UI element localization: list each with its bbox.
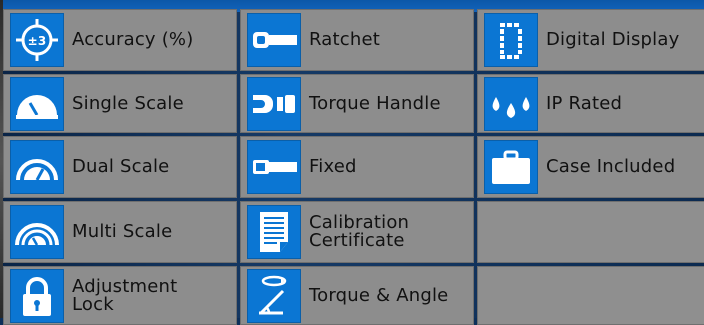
ip-rated-icon [484,76,538,131]
feature-label: Multi Scale [72,221,173,242]
feature-label: Torque Handle [309,92,441,114]
feature-multi-scale: Multi Scale [3,201,237,263]
feature-label: Calibration Certificate [309,212,410,251]
feature-label: Dual Scale [72,156,170,177]
accuracy-icon: ±3 [10,13,64,67]
feature-adjustment-lock: Adjustment Lock [3,266,237,325]
calibration-certificate-icon [247,205,301,259]
fixed-icon [247,140,301,194]
feature-fixed: Fixed [240,136,474,198]
feature-torque-handle: Torque Handle [240,74,474,133]
digital-display-icon [484,13,538,67]
multi-scale-icon [10,205,64,259]
feature-panel: ±3 Accuracy (%) Ratchet Digital Display … [0,0,704,325]
feature-label: Ratchet [309,29,381,50]
feature-grid: ±3 Accuracy (%) Ratchet Digital Display … [3,9,704,325]
feature-calibration-certificate: Calibration Certificate [240,201,474,263]
feature-case-included: Case Included [477,136,704,198]
torque-angle-icon [247,268,301,323]
case-icon [484,140,538,194]
feature-torque-angle: Torque & Angle [240,266,474,325]
feature-label: Torque & Angle [309,284,449,306]
feature-label: Adjustment Lock [72,275,178,315]
feature-label: IP Rated [546,92,623,114]
empty-cell [477,266,704,325]
feature-ip-rated: IP Rated [477,74,704,133]
ratchet-icon [247,13,301,67]
feature-single-scale: Single Scale [3,74,237,133]
adjustment-lock-icon [10,268,64,323]
feature-label: Fixed [309,156,357,177]
torque-handle-icon [247,76,301,131]
feature-label: Case Included [546,156,676,177]
feature-accuracy: ±3 Accuracy (%) [3,9,237,71]
accuracy-icon-text: ±3 [28,34,47,48]
feature-label: Digital Display [546,29,680,50]
feature-label: Single Scale [72,92,184,114]
single-scale-icon [10,76,64,131]
feature-ratchet: Ratchet [240,9,474,71]
dual-scale-icon [10,140,64,194]
feature-dual-scale: Dual Scale [3,136,237,198]
feature-digital-display: Digital Display [477,9,704,71]
empty-cell [477,201,704,263]
feature-label: Accuracy (%) [72,29,194,50]
